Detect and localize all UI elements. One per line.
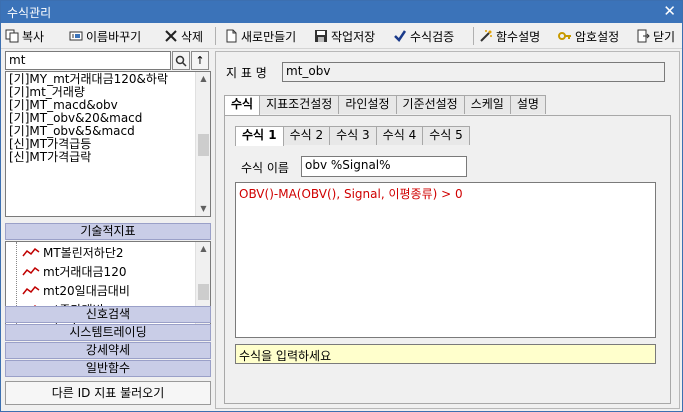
formula-name-input[interactable]: obv %Signal% <box>301 156 467 177</box>
toolbar: 복사 이름바꾸기 삭제 새로만들기 작업저장 수식검증 함수설명 암호설정 닫기 <box>1 23 682 49</box>
formula-tabs: 수식 1 수식 2 수식 3 수식 4 수식 5 <box>235 126 470 146</box>
tab-formula-5[interactable]: 수식 5 <box>422 126 470 145</box>
formula-hint-bar: 수식을 입력하세요 <box>235 344 656 364</box>
toolbar-separator <box>215 27 216 45</box>
window-title: 수식관리 <box>7 6 52 20</box>
category-signal-search[interactable]: 신호검색 <box>5 306 211 323</box>
search-input[interactable]: mt <box>5 51 171 70</box>
delete-icon <box>164 29 178 43</box>
new-document-icon <box>224 29 238 43</box>
tab-formula-2[interactable]: 수식 2 <box>282 126 331 145</box>
tree-item[interactable]: mt거래대금120 <box>22 263 126 279</box>
arrow-up-icon: ↑ <box>195 54 205 67</box>
tab-line-settings[interactable]: 라인설정 <box>338 95 397 114</box>
formula-editor[interactable]: OBV()-MA(OBV(), Signal, 이평종류) > 0 <box>235 182 656 338</box>
save-icon <box>314 29 328 43</box>
list-item[interactable]: [기]mt_거래량 <box>6 86 210 98</box>
formula-code-part: ) > 0 <box>432 187 463 201</box>
key-icon <box>558 29 572 43</box>
category-technical-indicators[interactable]: 기술적지표 <box>5 223 211 240</box>
search-button[interactable] <box>172 51 190 70</box>
tab-formula[interactable]: 수식 <box>224 95 261 115</box>
tab-formula-3[interactable]: 수식 3 <box>329 126 377 145</box>
toolbar-separator <box>473 27 474 45</box>
formula-parameter-text: Signal, 이평종류 <box>343 187 433 201</box>
line-chart-icon <box>22 285 40 295</box>
scroll-up-icon[interactable]: ▲ <box>196 242 210 256</box>
list-item[interactable]: [기]MT_obv&5&macd <box>6 125 210 137</box>
new-button[interactable]: 새로만들기 <box>224 27 296 45</box>
left-panel: mt ↑ [기]MY_mt거래대금120&하락 [기]mt_거래량 [기]MT_… <box>5 51 211 409</box>
search-result-list: [기]MY_mt거래대금120&하락 [기]mt_거래량 [기]MT_macd&… <box>5 71 211 217</box>
copy-icon <box>5 29 19 43</box>
scroll-up-icon[interactable]: ▲ <box>196 72 210 86</box>
delete-button[interactable]: 삭제 <box>164 27 203 45</box>
indicator-name-label: 지 표 명 <box>226 66 267 80</box>
category-system-trading[interactable]: 시스템트레이딩 <box>5 324 211 341</box>
load-other-id-button[interactable]: 다른 ID 지표 불러오기 <box>5 381 211 405</box>
save-button[interactable]: 작업저장 <box>314 27 375 45</box>
list-item[interactable]: [기]MT_macd&obv <box>6 99 210 111</box>
formula-tab-panel: 수식 1 수식 2 수식 3 수식 4 수식 5 수식 이름 obv %Sign… <box>224 115 671 404</box>
rename-icon <box>69 29 83 43</box>
line-chart-icon <box>22 266 40 276</box>
tab-formula-4[interactable]: 수식 4 <box>375 126 424 145</box>
password-button[interactable]: 암호설정 <box>558 27 619 45</box>
indicator-name-field[interactable]: mt_obv <box>282 62 665 82</box>
list-item[interactable]: [기]MT_obv&20&macd <box>6 112 210 124</box>
scroll-thumb[interactable] <box>198 284 209 300</box>
verify-button[interactable]: 수식검증 <box>393 27 454 45</box>
search-icon <box>175 55 187 67</box>
scroll-thumb[interactable] <box>198 134 209 156</box>
tab-description[interactable]: 설명 <box>509 95 546 114</box>
function-help-button[interactable]: 함수설명 <box>479 27 540 45</box>
tree-item[interactable]: mt20일대금대비 <box>22 282 130 298</box>
tree-item[interactable]: MT볼린저하단2 <box>22 244 124 260</box>
list-item[interactable]: [기]MY_mt거래대금120&하락 <box>6 73 210 85</box>
formula-code-part: OBV()-MA(OBV(), <box>239 187 344 201</box>
formula-manager-window: 수식관리 ✕ 복사 이름바꾸기 삭제 새로만들기 작업저장 수식검증 함수설명 … <box>0 0 683 412</box>
formula-name-label: 수식 이름 <box>241 161 289 175</box>
exit-icon <box>636 29 650 43</box>
magic-wand-icon <box>479 29 493 43</box>
check-icon <box>393 29 407 43</box>
rename-button[interactable]: 이름바꾸기 <box>69 27 141 45</box>
tab-scale[interactable]: 스케일 <box>463 95 511 114</box>
title-bar: 수식관리 ✕ <box>1 1 682 23</box>
close-button[interactable]: 닫기 <box>636 27 675 45</box>
scroll-down-icon[interactable]: ▼ <box>196 202 210 216</box>
result-list-scrollbar[interactable]: ▲ ▼ <box>195 72 210 216</box>
up-button[interactable]: ↑ <box>191 51 209 70</box>
list-item[interactable]: [신]MT가격급락 <box>6 151 210 163</box>
tab-formula-1[interactable]: 수식 1 <box>235 126 284 146</box>
list-item[interactable]: [신]MT가격급등 <box>6 138 210 150</box>
close-icon[interactable]: ✕ <box>663 2 676 20</box>
right-panel: 지 표 명 mt_obv 수식 지표조건설정 라인설정 기준선설정 스케일 설명… <box>215 51 680 409</box>
tab-baseline-settings[interactable]: 기준선설정 <box>395 95 465 114</box>
tab-indicator-condition[interactable]: 지표조건설정 <box>259 95 340 114</box>
copy-button[interactable]: 복사 <box>5 27 44 45</box>
main-tabs: 수식 지표조건설정 라인설정 기준선설정 스케일 설명 <box>224 95 546 115</box>
category-strength-weakness[interactable]: 강세약세 <box>5 342 211 359</box>
category-general-functions[interactable]: 일반함수 <box>5 360 211 377</box>
line-chart-icon <box>22 247 40 257</box>
